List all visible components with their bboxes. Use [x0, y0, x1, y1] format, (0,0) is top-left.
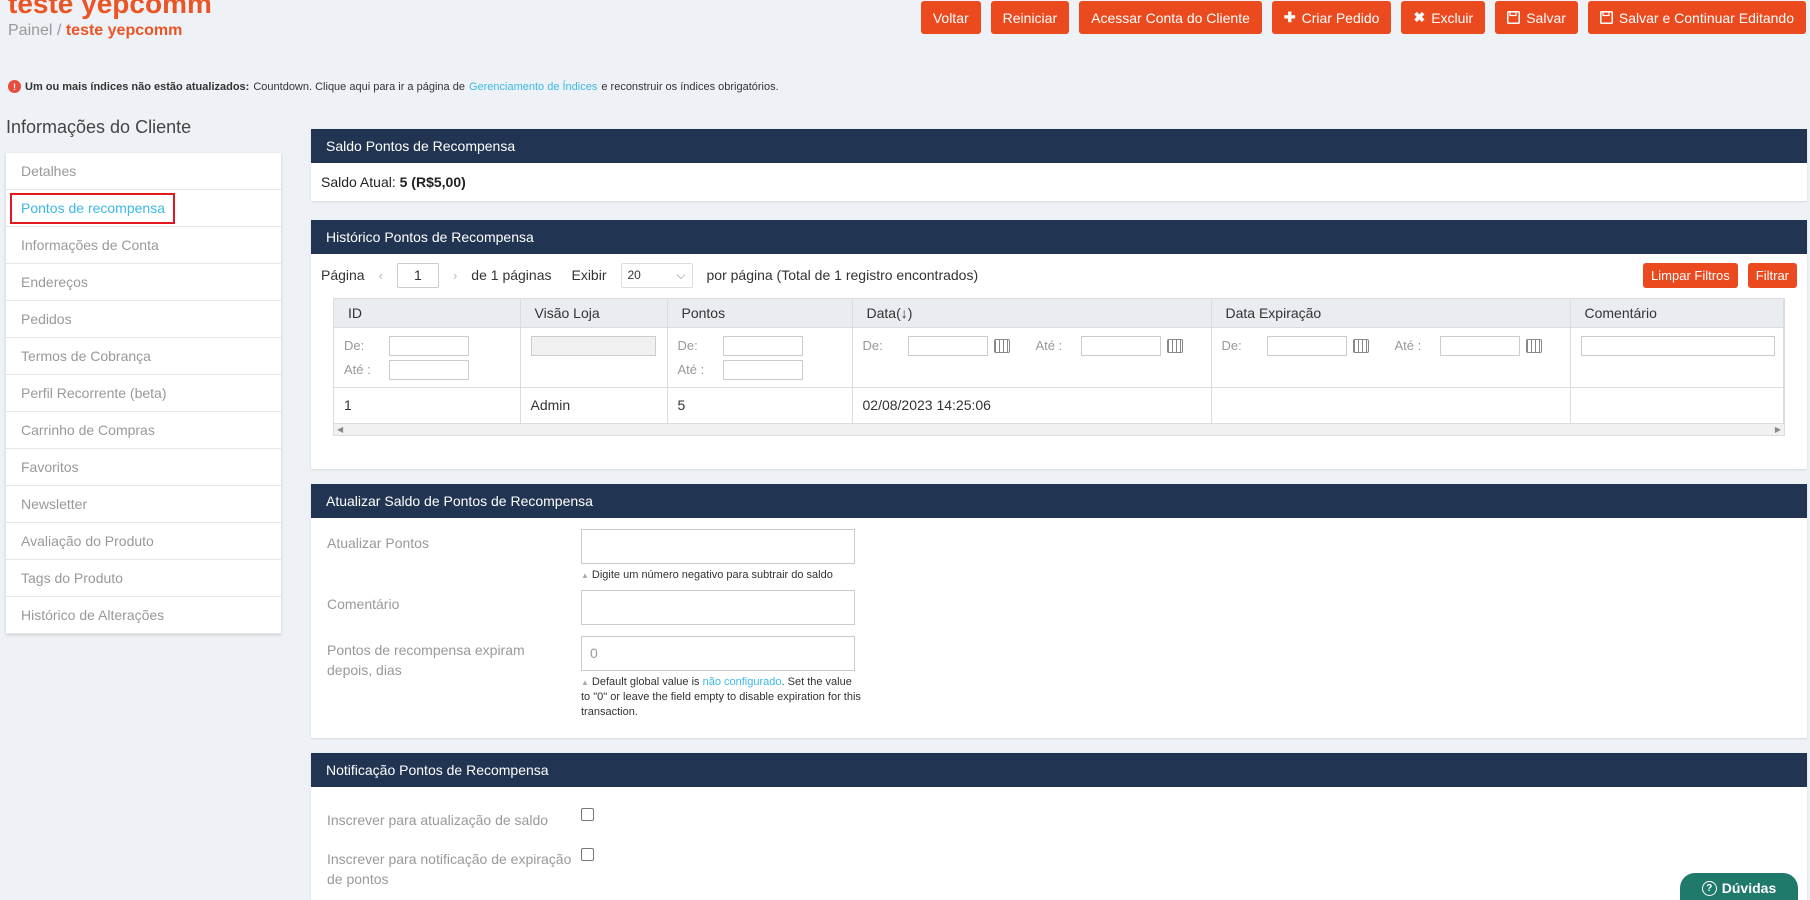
sidebar-item-recurring-profile[interactable]: Perfil Recorrente (beta) — [6, 375, 281, 412]
current-balance-value: 5 (R$5,00) — [399, 174, 466, 190]
id-to-input[interactable] — [389, 359, 469, 380]
calendar-icon[interactable] — [1352, 338, 1369, 353]
create-order-button[interactable]: ✚ Criar Pedido — [1271, 1, 1392, 34]
history-grid: ID Visão Loja Pontos Data(↓) Data Expira… — [333, 298, 1785, 436]
date-from-input[interactable] — [907, 335, 988, 356]
sidebar-item-product-reviews[interactable]: Avaliação do Produto — [6, 523, 281, 560]
filter-button[interactable]: Filtrar — [1747, 263, 1797, 288]
warning-icon: ! — [8, 80, 21, 93]
index-management-link[interactable]: Gerenciamento de Índices — [469, 81, 597, 93]
save-and-continue-button[interactable]: Salvar e Continuar Editando — [1587, 1, 1806, 34]
notification-card-header: Notificação Pontos de Recompensa — [311, 753, 1807, 787]
sidebar-item-shopping-cart[interactable]: Carrinho de Compras — [6, 412, 281, 449]
breadcrumb-current: teste yepcomm — [65, 22, 183, 39]
subscribe-balance-label: Inscrever para atualização de saldo — [327, 812, 549, 828]
breadcrumb-separator: / — [56, 22, 62, 39]
delete-button[interactable]: ✖ Excluir — [1401, 1, 1486, 34]
expire-to-input[interactable] — [1439, 335, 1520, 356]
per-page-select[interactable]: 20 ⌵ — [620, 262, 693, 288]
scroll-right-icon[interactable]: ▶ — [1775, 425, 1781, 434]
page-header: teste yepcomm Painel / teste yepcomm Vol… — [0, 0, 1810, 66]
subscribe-balance-checkbox[interactable] — [581, 808, 594, 821]
sidebar-item-billing-terms[interactable]: Termos de Cobrança — [6, 338, 281, 375]
expire-days-label: Pontos de recompensa expiram depois, dia… — [327, 642, 525, 678]
sidebar-item-orders[interactable]: Pedidos — [6, 301, 281, 338]
prev-page-icon[interactable]: ‹ — [373, 268, 389, 283]
column-date[interactable]: Data(↓) — [852, 299, 1212, 327]
update-balance-form: Atualizar Pontos ▲ Digite um número negat… — [311, 518, 1807, 740]
column-id[interactable]: ID — [334, 299, 521, 327]
comment-label: Comentário — [327, 596, 400, 612]
toolbar: Voltar Reiniciar Acessar Conta do Client… — [920, 1, 1806, 34]
sidebar-item-reward-points[interactable]: Pontos de recompensa — [6, 190, 281, 227]
reset-filters-button[interactable]: Limpar Filtros — [1643, 263, 1738, 288]
scroll-left-icon[interactable]: ◀ — [337, 425, 343, 434]
update-points-label: Atualizar Pontos — [327, 535, 429, 551]
expire-days-hint: ▲ Default global value is não configurado… — [581, 676, 861, 718]
column-expiration-date[interactable]: Data Expiração — [1211, 299, 1571, 327]
date-to-input[interactable] — [1080, 335, 1161, 356]
comment-input[interactable] — [581, 590, 855, 625]
balance-card: Saldo Pontos de Recompensa Saldo Atual: … — [311, 129, 1807, 201]
question-icon: ? — [1701, 880, 1717, 896]
sidebar-item-change-history[interactable]: Histórico de Alterações — [6, 597, 281, 634]
points-from-input[interactable] — [722, 335, 803, 356]
update-balance-card: Atualizar Saldo de Pontos de Recompensa … — [311, 484, 1807, 738]
subscribe-expiration-label: Inscrever para notificação de expiração … — [327, 851, 572, 887]
calendar-icon[interactable] — [1525, 338, 1542, 353]
sidebar-item-newsletter[interactable]: Newsletter — [6, 486, 281, 523]
store-view-select[interactable] — [530, 335, 656, 356]
plus-icon: ✚ — [1283, 9, 1296, 25]
sidebar-item-product-tags[interactable]: Tags do Produto — [6, 560, 281, 597]
back-button[interactable]: Voltar — [920, 1, 981, 34]
balance-card-header: Saldo Pontos de Recompensa — [311, 129, 1807, 163]
notification-form: Inscrever para atualização de saldo Insc… — [311, 787, 1807, 900]
chevron-down-icon: ⌵ — [676, 267, 686, 282]
reset-button[interactable]: Reiniciar — [990, 1, 1070, 34]
update-balance-card-header: Atualizar Saldo de Pontos de Recompensa — [311, 484, 1807, 518]
points-to-input[interactable] — [722, 359, 803, 380]
floppy-icon — [1599, 11, 1613, 24]
column-comment[interactable]: Comentário — [1570, 299, 1784, 327]
history-card: Histórico Pontos de Recompensa Página ‹ … — [311, 220, 1807, 469]
pager: Página ‹ 1 › de 1 páginas Exibir 20 ⌵ por… — [311, 254, 1807, 296]
not-configured-link[interactable]: não configurado — [703, 676, 782, 688]
sidebar-title: Informações do Cliente — [6, 117, 192, 137]
history-card-header: Histórico Pontos de Recompensa — [311, 220, 1807, 254]
sidebar-item-addresses[interactable]: Endereços — [6, 264, 281, 301]
page-title: teste yepcomm — [8, 0, 212, 19]
calendar-icon[interactable] — [1166, 338, 1183, 353]
next-page-icon[interactable]: › — [447, 268, 463, 283]
table-row[interactable]: 1 Admin 5 02/08/2023 14:25:06 — [334, 386, 1784, 423]
current-balance: Saldo Atual: 5 (R$5,00) — [321, 174, 466, 190]
expire-from-input[interactable] — [1266, 335, 1347, 356]
sidebar: Detalhes Pontos de recompensa Informaçõe… — [6, 153, 281, 634]
breadcrumb-root[interactable]: Painel — [8, 22, 52, 39]
breadcrumb: Painel / teste yepcomm — [8, 22, 182, 40]
comment-filter-input[interactable] — [1580, 335, 1775, 356]
calendar-icon[interactable] — [993, 338, 1010, 353]
update-points-hint: ▲ Digite um número negativo para subtrair… — [581, 569, 833, 581]
subscribe-expiration-checkbox[interactable] — [581, 848, 594, 861]
save-button[interactable]: Salvar — [1495, 1, 1578, 34]
help-button[interactable]: ? Dúvidas — [1680, 873, 1798, 900]
access-customer-account-button[interactable]: Acessar Conta do Cliente — [1079, 1, 1262, 34]
sort-desc-icon: (↓) — [896, 304, 913, 321]
page-input[interactable]: 1 — [396, 262, 439, 288]
id-from-input[interactable] — [389, 335, 469, 356]
filter-row: De: Até : De: Até : De: Até : De: Até : — [334, 326, 1784, 387]
sidebar-item-wishlist[interactable]: Favoritos — [6, 449, 281, 486]
floppy-icon — [1507, 11, 1521, 24]
column-store-view[interactable]: Visão Loja — [520, 299, 668, 327]
sidebar-item-account-info[interactable]: Informações de Conta — [6, 227, 281, 264]
notification-card: Notificação Pontos de Recompensa Inscrev… — [311, 753, 1807, 900]
update-points-input[interactable] — [581, 529, 855, 564]
close-icon: ✖ — [1413, 9, 1426, 25]
sidebar-item-details[interactable]: Detalhes — [6, 153, 281, 190]
expire-days-input[interactable]: 0 — [581, 636, 855, 671]
horizontal-scrollbar[interactable]: ◀ ▶ — [334, 423, 1784, 435]
index-notice: ! Um ou mais índices não estão atualizad… — [8, 80, 779, 93]
column-points[interactable]: Pontos — [667, 299, 853, 327]
